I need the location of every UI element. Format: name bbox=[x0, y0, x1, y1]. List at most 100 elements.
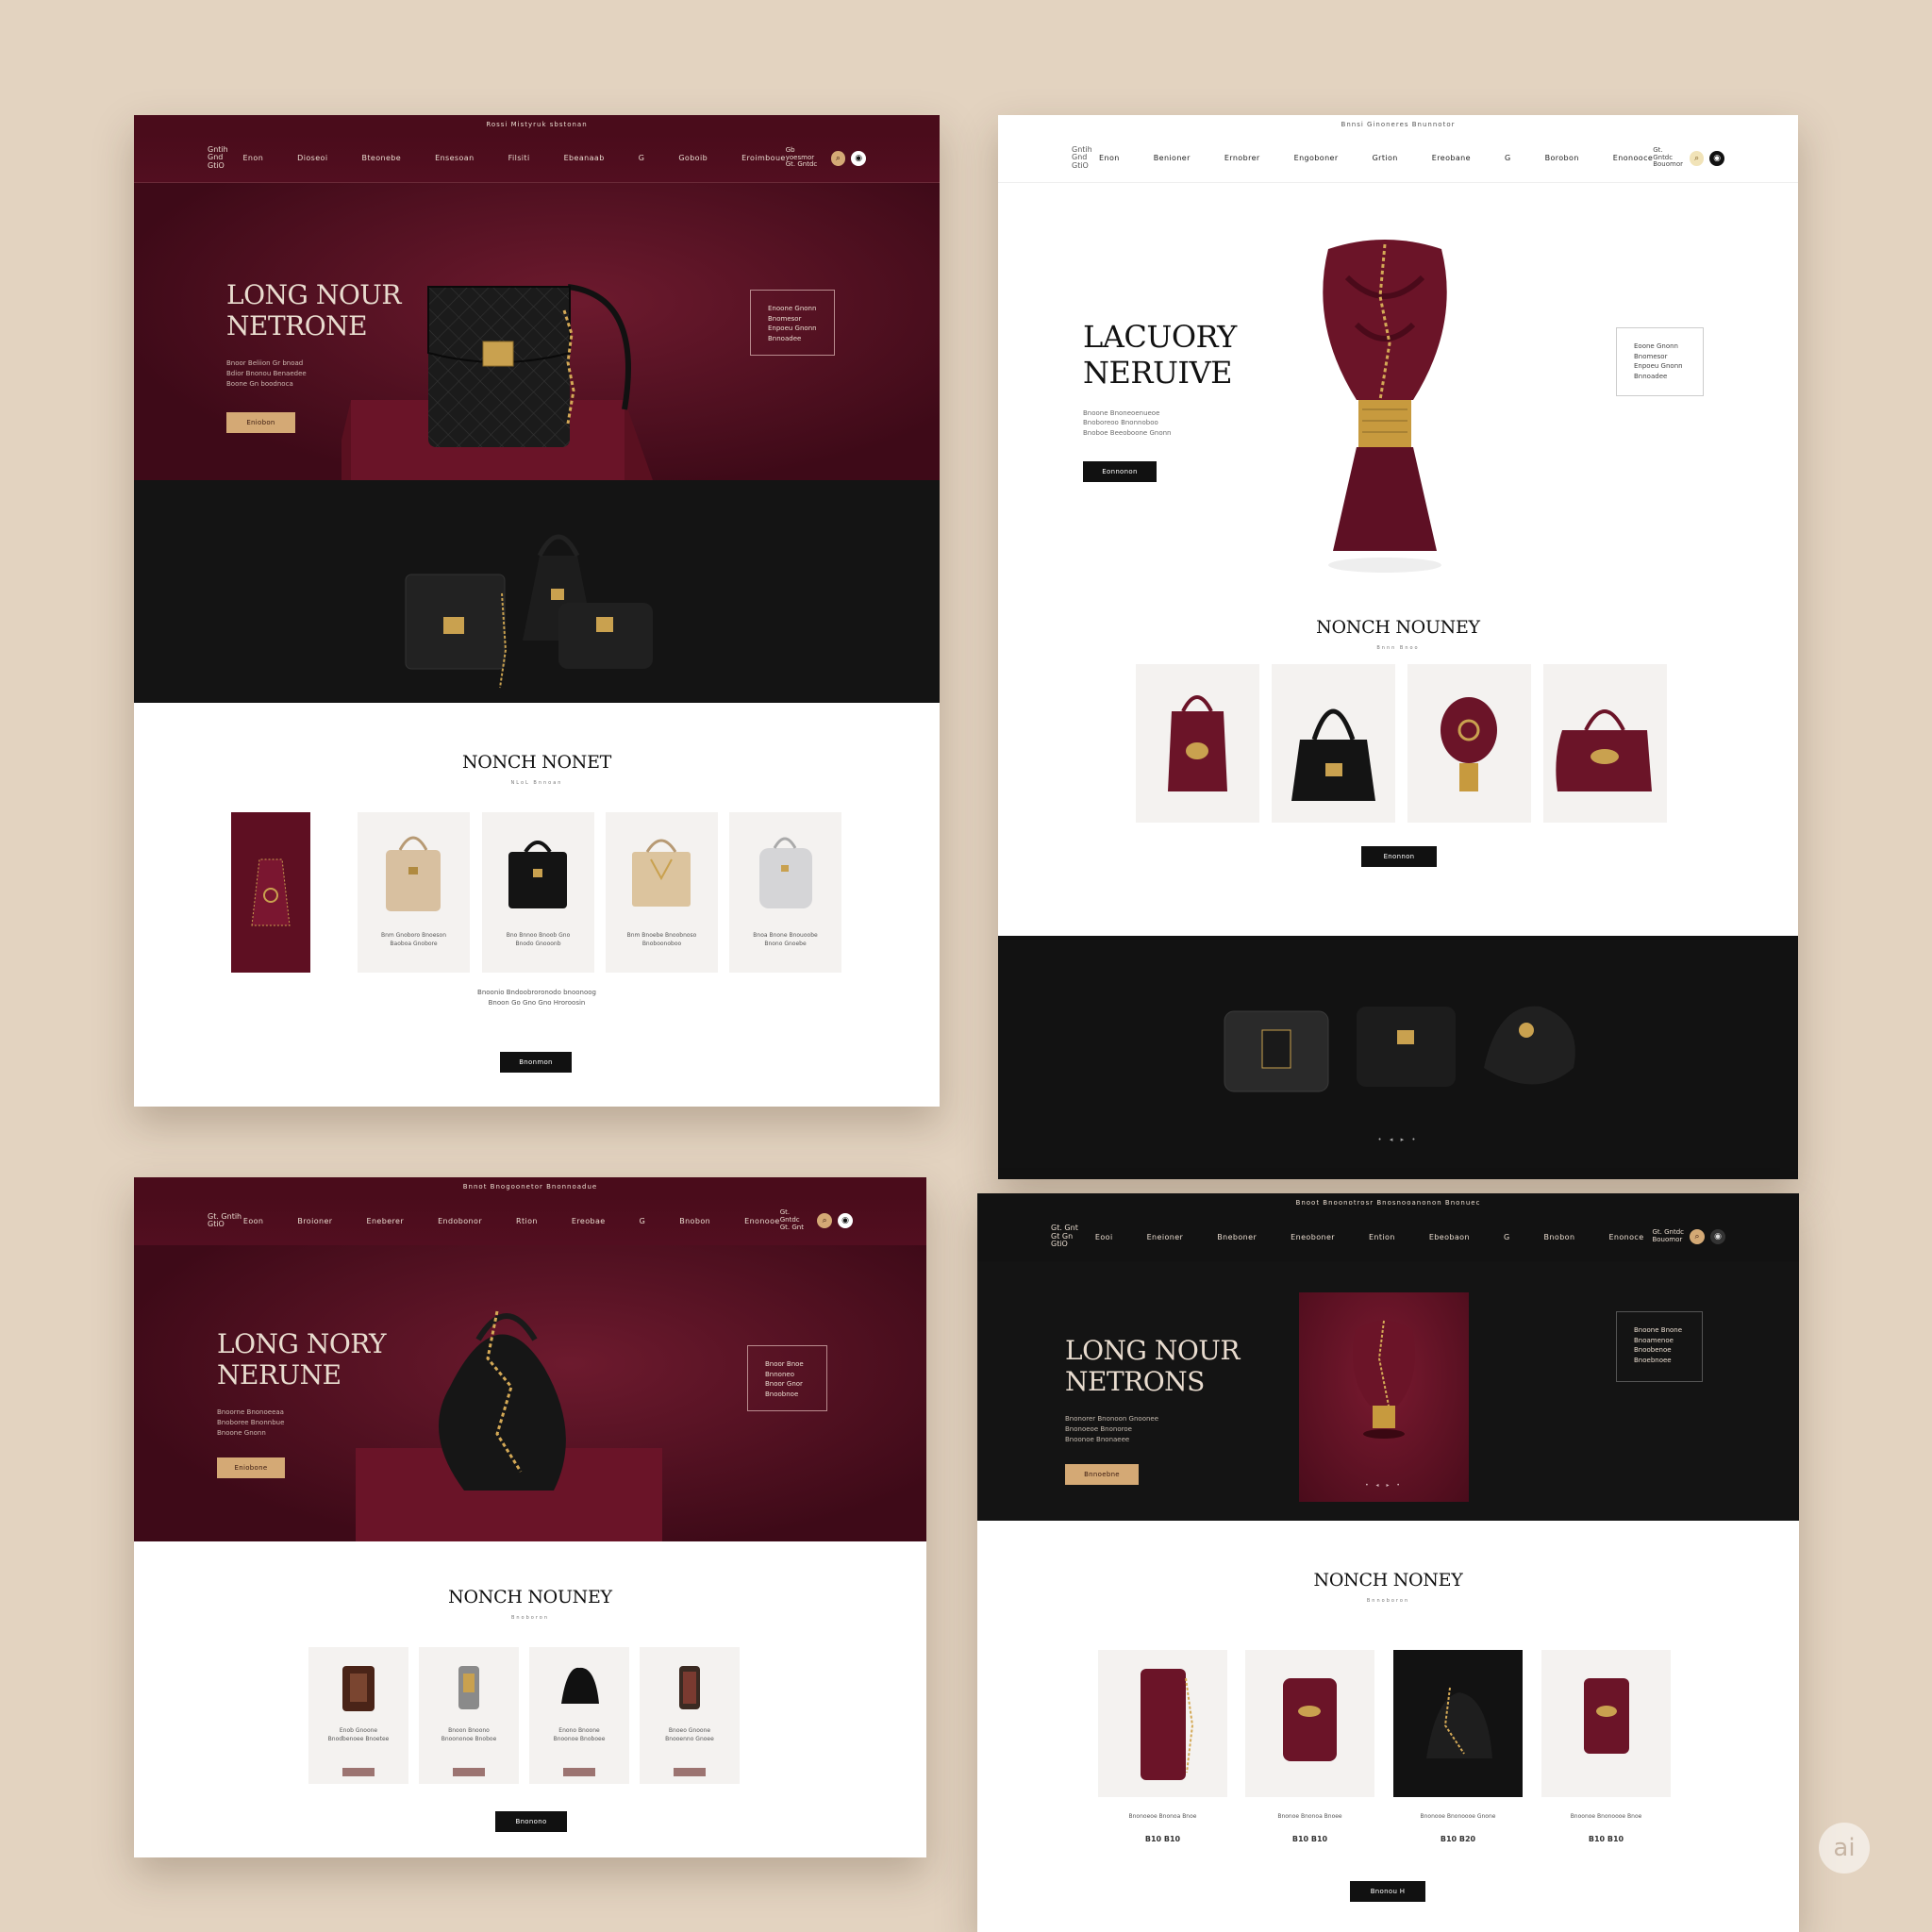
burgundy-clutch-image bbox=[1141, 1669, 1194, 1780]
product-card[interactable]: Bnoon Bnoono Bnoononoe Bnoboe bbox=[419, 1647, 519, 1784]
nav-link[interactable]: Engoboner bbox=[1294, 154, 1339, 162]
brand-logo[interactable]: Gntih Gnd GtiO bbox=[1072, 145, 1099, 170]
product-card[interactable]: Bno Bnnoo Bnoob Gno Bnodo Gnooonb bbox=[482, 812, 594, 973]
nav-link[interactable]: Eooi bbox=[1095, 1233, 1113, 1241]
nav-link[interactable]: Grtion bbox=[1373, 154, 1398, 162]
hero-cta-button[interactable]: Eniobone bbox=[217, 1457, 285, 1478]
brand-logo[interactable]: Gt. Gntih GtiO bbox=[208, 1212, 243, 1229]
account-text[interactable]: Gt. Gntdc Gt. Gnt bbox=[780, 1209, 811, 1231]
carousel-dots[interactable]: • ◂ ▸ • bbox=[998, 1136, 1798, 1143]
nav-link[interactable]: Eneberer bbox=[367, 1217, 405, 1225]
product-card[interactable]: Bnoa Bnone Bnouoobe Bnono Gnoebe bbox=[729, 812, 841, 973]
product-caption: Bno Bnnoo Bnoob Gno Bnodo Gnooonb bbox=[506, 932, 571, 947]
cart-icon[interactable]: ◉ bbox=[1709, 150, 1724, 166]
black-handbag-image bbox=[1291, 708, 1375, 801]
nav-link[interactable]: Bteonebe bbox=[361, 154, 401, 162]
mockup-black-velvet-pouch: Bnoot Bnoonotrosr Bnosnooanonon Bnonuec … bbox=[977, 1193, 1799, 1932]
nav-link[interactable]: Endobonor bbox=[438, 1217, 482, 1225]
hero-cta-button[interactable]: Eniobon bbox=[226, 411, 295, 433]
search-icon[interactable]: ⌕ bbox=[1689, 150, 1705, 166]
nav-link[interactable]: Ention bbox=[1369, 1233, 1395, 1241]
nav-link[interactable]: Eneoboner bbox=[1291, 1233, 1335, 1241]
product-card[interactable]: Bnonooe Bnonoooe Gnone B10 B20 bbox=[1393, 1650, 1523, 1848]
nav-link[interactable]: Enonooce bbox=[1613, 154, 1653, 162]
nav-link[interactable]: Eoon bbox=[243, 1217, 264, 1225]
nav-link[interactable]: Enon bbox=[1099, 154, 1120, 162]
nav-link[interactable]: Ereobane bbox=[1432, 154, 1471, 162]
nav-link[interactable]: Enon bbox=[242, 154, 263, 162]
view-all-button[interactable]: Bnonou H bbox=[1350, 1881, 1425, 1902]
burgundy-satchel-image bbox=[1556, 709, 1652, 791]
product-card[interactable]: Bnonoe Bnonoa Bnoee B10 B10 bbox=[1245, 1650, 1374, 1848]
product-card[interactable]: Bnm Gnoboro Bnoeson Baoboa Gnobore bbox=[358, 812, 470, 973]
carousel-dots[interactable]: • ◂ ▸ • bbox=[1299, 1482, 1469, 1489]
nav-link[interactable]: Broioner bbox=[297, 1217, 332, 1225]
search-icon[interactable]: ⌕ bbox=[1690, 1229, 1705, 1244]
nav-link[interactable]: Enonooe bbox=[744, 1217, 780, 1225]
nav-link[interactable]: Ereobae bbox=[572, 1217, 606, 1225]
brand-logo[interactable]: Gntih Gnd GtiO bbox=[208, 145, 242, 170]
nav-link[interactable]: G bbox=[1505, 154, 1511, 162]
nav-link[interactable]: Eneioner bbox=[1147, 1233, 1184, 1241]
product-card[interactable] bbox=[1543, 664, 1667, 823]
hero-section: LONG NOUR NETRONS Bnonorer Bnonoon Gnoon… bbox=[977, 1261, 1799, 1521]
cart-icon[interactable]: ◉ bbox=[851, 150, 866, 166]
nav-link[interactable]: Ebeobaon bbox=[1429, 1233, 1470, 1241]
nav-link[interactable]: Rtion bbox=[516, 1217, 538, 1225]
nav-link[interactable]: Ebeanaab bbox=[564, 154, 605, 162]
view-all-button[interactable]: Bnonono bbox=[495, 1811, 567, 1832]
product-card[interactable] bbox=[1407, 664, 1531, 823]
view-all-button[interactable]: Enonnon bbox=[1361, 846, 1437, 867]
price-tag[interactable] bbox=[563, 1768, 595, 1776]
nav-link[interactable]: Bnobon bbox=[679, 1217, 710, 1225]
hobo-bag-illustration bbox=[356, 1310, 662, 1542]
nav-link[interactable]: G bbox=[639, 154, 645, 162]
product-card[interactable]: Enono Bnoone Bnoonoe Bnoboee bbox=[529, 1647, 629, 1784]
price-tag[interactable] bbox=[342, 1768, 375, 1776]
product-price: B10 B10 bbox=[1144, 1835, 1181, 1843]
info-box: Enoone Gnonn Bnomesor Enpoeu Gnonn Bnnoa… bbox=[750, 290, 835, 356]
search-icon[interactable]: ⌕ bbox=[830, 150, 846, 166]
product-card-featured[interactable] bbox=[231, 812, 310, 973]
nav-link[interactable]: Filsiti bbox=[508, 154, 530, 162]
account-text[interactable]: Gb yoesmor Gt. Gntdc bbox=[786, 146, 825, 169]
burgundy-pouch-image bbox=[251, 858, 291, 926]
product-card[interactable]: Bnm Bnoebe Bnoobnoso Bnoboonoboo bbox=[606, 812, 718, 973]
brown-bag-image bbox=[342, 1666, 375, 1711]
section-subtitle: NLoL Bnnoan bbox=[510, 780, 563, 786]
search-icon[interactable]: ⌕ bbox=[817, 1213, 833, 1228]
nav-link[interactable]: Goboib bbox=[678, 154, 708, 162]
nav-link[interactable]: Ernobrer bbox=[1224, 154, 1260, 162]
view-all-button[interactable]: Bnonmon bbox=[500, 1052, 572, 1073]
product-price: B10 B10 bbox=[1291, 1835, 1328, 1843]
account-text[interactable]: Gt. Gntdc Bouomor bbox=[1653, 146, 1684, 169]
cart-icon[interactable]: ◉ bbox=[838, 1213, 853, 1228]
main-nav: Eoon Broioner Eneberer Endobonor Rtion E… bbox=[243, 1217, 780, 1225]
price-tag[interactable] bbox=[453, 1768, 485, 1776]
nav-link[interactable]: Bneboner bbox=[1217, 1233, 1257, 1241]
price-tag[interactable] bbox=[674, 1768, 706, 1776]
nav-link[interactable]: Benioner bbox=[1154, 154, 1191, 162]
burgundy-case-image bbox=[1584, 1678, 1629, 1754]
nav-link[interactable]: G bbox=[1504, 1233, 1510, 1241]
nav-link[interactable]: Bnobon bbox=[1544, 1233, 1575, 1241]
hero-cta-button[interactable]: Bnnoebne bbox=[1065, 1463, 1139, 1485]
hero-cta-button[interactable]: Eonnonon bbox=[1083, 461, 1157, 483]
nav-link[interactable]: Ensesoan bbox=[435, 154, 474, 162]
product-card[interactable]: Enob Gnoone Bnodbenoee Bnoetee bbox=[308, 1647, 408, 1784]
burgundy-wallet-image bbox=[1283, 1678, 1337, 1761]
product-card[interactable] bbox=[1136, 664, 1259, 823]
nav-link[interactable]: Eroimboue bbox=[741, 154, 786, 162]
product-card[interactable]: Bnoonoe Bnonoooe Bnoe B10 B10 bbox=[1541, 1650, 1671, 1848]
nav-link[interactable]: G bbox=[640, 1217, 646, 1225]
brand-logo[interactable]: Gt. Gnt Gt Gn GtiO bbox=[1051, 1224, 1087, 1248]
nav-link[interactable]: Enonoce bbox=[1608, 1233, 1643, 1241]
product-card[interactable]: Bnoeo Gnoone Bnooenno Gnoee bbox=[640, 1647, 740, 1784]
product-card[interactable]: Bnonoeoe Bnonoa Bnoe B10 B10 bbox=[1098, 1650, 1227, 1848]
account-text[interactable]: Gt. Gntdc Bouomor bbox=[1652, 1228, 1684, 1243]
product-card[interactable] bbox=[1272, 664, 1395, 823]
cart-icon[interactable]: ◉ bbox=[1710, 1229, 1725, 1244]
nav-link[interactable]: Borobon bbox=[1545, 154, 1579, 162]
burgundy-tote-image bbox=[1168, 695, 1227, 791]
nav-link[interactable]: Dioseoi bbox=[297, 154, 327, 162]
